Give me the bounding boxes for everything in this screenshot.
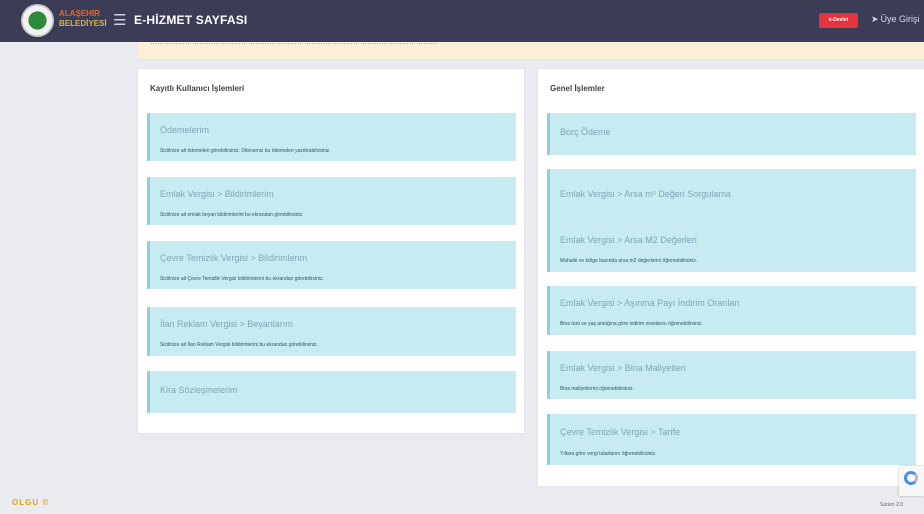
card-cevre-tarife[interactable]: Çevre Temizlik Vergisi > Tarife Yıllara … bbox=[547, 414, 916, 465]
top-bar: ALAŞEHİR BELEDİYESİ ☰ E-HİZMET SAYFASI e… bbox=[0, 0, 924, 42]
card-title: Çevre Temizlik Vergisi > Tarife bbox=[560, 427, 680, 437]
e-devlet-badge[interactable]: e-Devlet bbox=[819, 13, 858, 28]
card-odemelerim[interactable]: Ödemelerim Sicilinize ait ödemeleri göre… bbox=[147, 113, 516, 161]
card-title: Emlak Vergisi > Arsa M2 Değerleri bbox=[560, 235, 697, 245]
panel-title: Kayıtlı Kullanıcı İşlemleri bbox=[150, 84, 245, 93]
page-title: E-HİZMET SAYFASI bbox=[134, 13, 248, 27]
card-cevre-bildirimlerim[interactable]: Çevre Temizlik Vergisi > Bildirimlerim S… bbox=[147, 241, 516, 289]
card-title: Ödemelerim bbox=[160, 125, 210, 135]
card-desc: Bina maliyetlerini öğrenebilirsiniz. bbox=[560, 386, 634, 392]
municipality-logo[interactable] bbox=[21, 4, 54, 37]
card-bina-maliyetleri[interactable]: Emlak Vergisi > Bina Maliyetleri Bina ma… bbox=[547, 351, 916, 399]
card-title: Emlak Vergisi > Bina Maliyetleri bbox=[560, 363, 686, 373]
card-title: İlan Reklam Vergisi > Beyanlarım bbox=[160, 319, 293, 329]
recaptcha-icon bbox=[904, 471, 918, 485]
card-desc: Mahalle ve bölge bazında arsa m2 değerle… bbox=[560, 258, 698, 264]
card-title: Borç Ödeme bbox=[560, 127, 611, 137]
card-title: Emlak Vergisi > Bildirimlerim bbox=[160, 189, 274, 199]
footer-logo: OLGU © bbox=[12, 498, 50, 507]
card-desc: Sicilinize ait ödemeleri görebilirsiniz.… bbox=[160, 148, 331, 154]
registered-user-panel: Kayıtlı Kullanıcı İşlemleri Ödemelerim S… bbox=[138, 69, 524, 433]
card-desc: Yıllara göre vergi tutarlarını öğrenebil… bbox=[560, 451, 657, 457]
logo-line-2: BELEDİYESİ bbox=[59, 19, 107, 28]
sign-in-icon: ➤ bbox=[871, 14, 879, 24]
logo-text: ALAŞEHİR BELEDİYESİ bbox=[59, 9, 107, 29]
notice-bar: …………………………………………………………………………………………………………… bbox=[138, 39, 924, 60]
recaptcha-badge[interactable] bbox=[899, 466, 924, 496]
general-operations-panel: Genel İşlemler Borç Ödeme Emlak Vergisi … bbox=[538, 69, 924, 486]
card-desc: Sicilinize ait emlak beyan bildirimlerin… bbox=[160, 212, 304, 218]
card-desc: Sicilinize ait Çevre Temizlik Vergisi bi… bbox=[160, 276, 324, 282]
card-title: Emlak Vergisi > Aşınma Payı İndirim Oran… bbox=[560, 298, 740, 308]
card-asinma-payi[interactable]: Emlak Vergisi > Aşınma Payı İndirim Oran… bbox=[547, 286, 916, 335]
footer-version: Sürüm 2.0 bbox=[880, 502, 904, 508]
card-emlak-bildirimlerim[interactable]: Emlak Vergisi > Bildirimlerim Sicilinize… bbox=[147, 177, 516, 225]
card-arsa-m2-sorgulama[interactable]: Emlak Vergisi > Arsa m² Değeri Sorgulama bbox=[547, 169, 916, 223]
card-kira-sozlesmelerim[interactable]: Kira Sözleşmelerim bbox=[147, 371, 516, 413]
card-borc-odeme[interactable]: Borç Ödeme bbox=[547, 113, 916, 155]
card-desc: Sicilinize ait İlan Reklam Vergisi bildi… bbox=[160, 342, 318, 348]
panel-title: Genel İşlemler bbox=[550, 84, 605, 93]
card-ilan-reklam-beyanlarim[interactable]: İlan Reklam Vergisi > Beyanlarım Sicilin… bbox=[147, 307, 516, 356]
card-title: Çevre Temizlik Vergisi > Bildirimlerim bbox=[160, 253, 308, 263]
card-title: Emlak Vergisi > Arsa m² Değeri Sorgulama bbox=[560, 189, 731, 199]
hamburger-icon[interactable]: ☰ bbox=[113, 11, 126, 29]
logo-line-1: ALAŞEHİR bbox=[59, 9, 100, 18]
card-arsa-m2-degerleri[interactable]: Emlak Vergisi > Arsa M2 Değerleri Mahall… bbox=[547, 223, 916, 272]
card-title: Kira Sözleşmelerim bbox=[160, 385, 238, 395]
login-label: Üye Girişi bbox=[880, 14, 920, 24]
notice-text: …………………………………………………………………………………………………………… bbox=[150, 39, 437, 46]
login-link[interactable]: ➤ Üye Girişi bbox=[871, 14, 920, 25]
card-desc: Bina türü ve yaş aralığına göre indirim … bbox=[560, 321, 703, 327]
